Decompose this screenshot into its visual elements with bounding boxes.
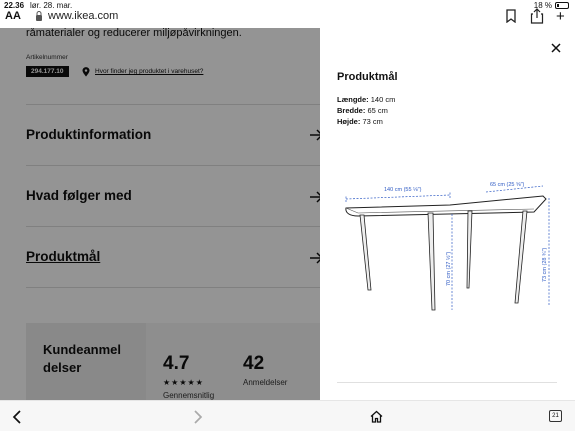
close-icon[interactable] — [550, 42, 562, 54]
share-icon[interactable] — [530, 8, 544, 24]
table-dimension-drawing: 140 cm (55 ⅛") 65 cm (25 ⅝") 70 cm (27 ½… — [345, 182, 550, 311]
url-field[interactable]: www.ikea.com — [48, 10, 118, 22]
drawing-length-label: 140 cm (55 ⅛") — [384, 187, 422, 193]
tabs-button[interactable]: 21 — [549, 410, 562, 422]
modal-overlay[interactable] — [0, 28, 320, 400]
table-leg — [427, 212, 436, 311]
browser-toolbar: 21 — [0, 400, 575, 431]
new-tab-icon[interactable]: + — [556, 8, 565, 25]
dim-length: Længde: 140 cm — [337, 95, 395, 104]
back-icon[interactable] — [12, 410, 22, 424]
table-leg — [514, 210, 528, 304]
reader-settings-button[interactable]: AA — [5, 10, 21, 22]
table-leg — [359, 214, 372, 291]
drawing-leg-height-label: 70 cm (27 ½") — [445, 251, 452, 286]
dimensions-panel: Produktmål Længde: 140 cm Bredde: 65 cm … — [320, 28, 575, 400]
dim-height-label: Højde: — [337, 117, 361, 126]
forward-icon[interactable] — [193, 410, 203, 424]
address-bar: AA www.ikea.com + — [0, 6, 575, 28]
bookmark-icon[interactable] — [505, 9, 517, 23]
dim-width: Bredde: 65 cm — [337, 106, 388, 115]
drawing-width-label: 65 cm (25 ⅝") — [490, 182, 525, 188]
dim-height-value: 73 cm — [362, 117, 383, 126]
drawing-height-label: 73 cm (28 ¾") — [542, 247, 548, 282]
home-icon[interactable] — [370, 410, 383, 423]
dim-height: Højde: 73 cm — [337, 117, 383, 126]
dim-width-label: Bredde: — [337, 106, 366, 115]
table-leg — [466, 210, 473, 289]
product-page: råmaterialer og reducerer miljøpåvirknin… — [0, 28, 320, 400]
dim-length-value: 140 cm — [370, 95, 396, 104]
panel-title: Produktmål — [337, 71, 398, 83]
dim-width-value: 65 cm — [367, 106, 388, 115]
divider — [337, 382, 557, 383]
lock-icon — [36, 11, 42, 21]
dim-length-label: Længde: — [337, 95, 369, 104]
